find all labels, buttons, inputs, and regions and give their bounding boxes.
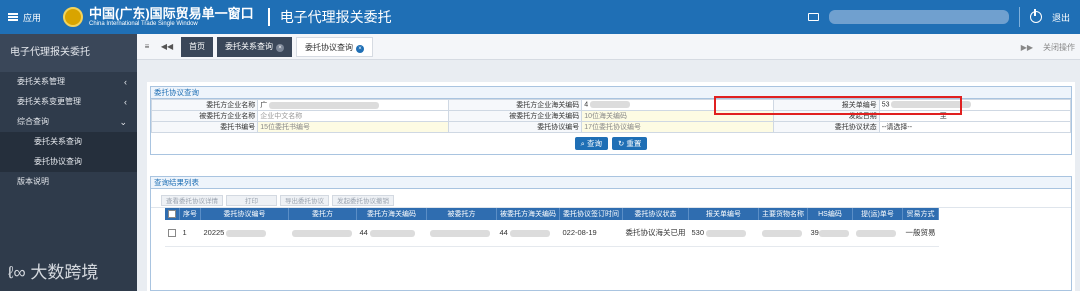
cell-goods xyxy=(758,220,808,247)
tab-agreement-query[interactable]: 委托协议查询 × xyxy=(296,36,373,57)
chevron-down-icon: ⌄ xyxy=(119,117,127,127)
col-agreement-no: 委托协议编号 xyxy=(200,208,289,220)
col-client-code: 委托方海关编码 xyxy=(356,208,427,220)
results-toolbar: 查看委托协议详情 打印 导出委托协议 发起委托协议撤销 xyxy=(151,194,1071,208)
sidebar-subitem-relation-query[interactable]: 委托关系查询 xyxy=(0,132,137,152)
label-client-name: 委托方企业名称 xyxy=(150,99,259,111)
cell-bill-no xyxy=(852,220,903,247)
col-client: 委托方 xyxy=(288,208,357,220)
label-agreement-no: 委托协议编号 xyxy=(448,121,583,133)
title-divider xyxy=(267,8,270,26)
cell-index: 1 xyxy=(179,220,201,247)
col-declaration-no: 报关单编号 xyxy=(688,208,759,220)
results-panel-title: 查询结果列表 xyxy=(151,177,1071,189)
delegation-no-field[interactable]: 15位委托书编号 xyxy=(257,121,450,133)
col-agent-code: 被委托方海关编码 xyxy=(496,208,560,220)
national-emblem-icon xyxy=(63,6,84,27)
site-logo[interactable]: 中国(广东)国际贸易单一窗口 China International Trade… xyxy=(63,5,254,28)
watermark-symbol: ℓ∞ xyxy=(8,263,26,282)
export-agreement-button[interactable]: 导出委托协议 xyxy=(280,195,329,206)
tab-scroll-right-icon[interactable]: ▶▶ xyxy=(1021,43,1033,52)
sidebar-subitem-agreement-query[interactable]: 委托协议查询 xyxy=(0,152,137,172)
watermark-logo: ℓ∞ 大数跨境 xyxy=(8,258,98,283)
top-header: 应用 中国(广东)国际贸易单一窗口 China International Tr… xyxy=(0,0,1080,34)
select-all-checkbox[interactable] xyxy=(165,208,180,220)
tab-scroll-left-icon[interactable]: ◀◀ xyxy=(157,42,177,51)
tab-bar: ≡ ◀◀ 首页 委托关系查询 × 委托协议查询 × ▶▶ 关闭操作 xyxy=(137,34,1080,60)
agreement-status-select[interactable]: --请选择-- xyxy=(878,121,1072,133)
app-menu-button[interactable]: 应用 xyxy=(8,11,41,24)
col-index: 序号 xyxy=(179,208,201,220)
search-button[interactable]: ⌕ 查询 xyxy=(574,137,608,150)
tab-relation-query[interactable]: 委托关系查询 × xyxy=(217,36,292,57)
sidebar: 电子代理报关委托 委托关系管理 ‹ 委托关系变更管理 ‹ 综合查询 ⌄ 委托关系… xyxy=(0,34,137,291)
sidebar-item-delegation-management[interactable]: 委托关系管理 ‹ xyxy=(0,72,137,92)
results-table: 序号 委托协议编号 委托方 委托方海关编码 被委托方 被委托方海关编码 委托协议… xyxy=(165,208,939,247)
col-hs-code: HS编码 xyxy=(807,208,853,220)
close-icon[interactable]: × xyxy=(356,44,364,53)
label-agent-code: 被委托方企业海关编码 xyxy=(448,110,583,122)
revoke-agreement-button[interactable]: 发起委托协议撤销 xyxy=(332,195,394,206)
sidebar-item-version-notes[interactable]: 版本说明 xyxy=(0,172,137,192)
annotation-highlight-box xyxy=(714,96,962,115)
print-button[interactable]: 打印 xyxy=(226,195,277,206)
app-menu-label: 应用 xyxy=(23,12,42,23)
header-divider xyxy=(1018,7,1020,27)
logo-chinese-title: 中国(广东)国际贸易单一窗口 xyxy=(89,5,254,21)
cell-declaration-no: 530 xyxy=(688,220,759,247)
hamburger-icon xyxy=(8,13,18,21)
view-agreement-button[interactable]: 查看委托协议详情 xyxy=(161,195,223,206)
menu-toggle-icon[interactable]: ≡ xyxy=(137,42,157,51)
cell-client xyxy=(288,220,357,247)
logout-button[interactable]: 退出 xyxy=(1052,11,1070,24)
sidebar-item-delegation-change[interactable]: 委托关系变更管理 ‹ xyxy=(0,92,137,112)
close-icon[interactable]: × xyxy=(276,43,284,52)
cell-agent-code: 44 xyxy=(496,220,560,247)
cell-hs-code: 39 xyxy=(807,220,853,247)
sidebar-item-label: 委托关系管理 xyxy=(17,77,65,86)
chevron-left-icon: ‹ xyxy=(124,97,127,107)
watermark-text: 大数跨境 xyxy=(30,263,99,282)
tab-label: 委托协议查询 xyxy=(305,42,353,52)
sidebar-title: 电子代理报关委托 xyxy=(0,34,137,72)
label-agent-name: 被委托方企业名称 xyxy=(150,110,259,122)
col-goods: 主要货物名称 xyxy=(758,208,808,220)
system-title: 电子代理报关委托 xyxy=(279,9,392,25)
tab-label: 委托关系查询 xyxy=(225,41,273,51)
sidebar-item-label: 综合查询 xyxy=(17,117,49,126)
tab-home[interactable]: 首页 xyxy=(181,36,213,57)
label-client-code: 委托方企业海关编码 xyxy=(448,99,583,111)
logout-power-icon[interactable] xyxy=(1029,9,1042,23)
label-agreement-status: 委托协议状态 xyxy=(772,121,880,133)
logo-english-title: China International Trade Single Window xyxy=(89,20,198,27)
client-name-field[interactable]: 广 xyxy=(257,99,450,111)
col-agent: 被委托方 xyxy=(426,208,497,220)
cell-status: 委托协议海关已用 xyxy=(622,220,689,247)
cell-sign-time: 022-08-19 xyxy=(559,220,623,247)
mail-icon[interactable] xyxy=(807,13,819,21)
row-checkbox[interactable] xyxy=(165,220,180,247)
close-operations-menu[interactable]: 关闭操作 xyxy=(1043,42,1075,53)
label-delegation-no: 委托书编号 xyxy=(150,121,259,133)
cell-agent xyxy=(426,220,497,247)
agreement-no-field[interactable]: 17位委托协议编号 xyxy=(581,121,774,133)
chevron-left-icon: ‹ xyxy=(124,77,127,87)
cell-client-code: 44 xyxy=(356,220,427,247)
sidebar-item-label: 委托关系变更管理 xyxy=(17,97,81,106)
col-status: 委托协议状态 xyxy=(622,208,689,220)
cell-trade-mode: 一般贸易 xyxy=(902,220,939,247)
cell-agreement-no: 20225 xyxy=(200,220,289,247)
col-bill-no: 提(运)单号 xyxy=(852,208,903,220)
table-header-row: 序号 委托协议编号 委托方 委托方海关编码 被委托方 被委托方海关编码 委托协议… xyxy=(165,208,939,220)
col-trade-mode: 贸易方式 xyxy=(902,208,939,220)
reset-button[interactable]: ↻ 重置 xyxy=(611,137,648,150)
user-info-redacted xyxy=(828,10,1009,24)
sidebar-item-comprehensive-query[interactable]: 综合查询 ⌄ xyxy=(0,112,137,132)
table-row[interactable]: 1 20225 44 44 022-08-19 委托协议海关已用 530 39 … xyxy=(165,220,939,247)
agent-name-field[interactable]: 企业中文名称 xyxy=(257,110,450,122)
col-sign-time: 委托协议签订时间 xyxy=(559,208,623,220)
results-panel: 查询结果列表 查看委托协议详情 打印 导出委托协议 发起委托协议撤销 序号 委托… xyxy=(150,176,1072,291)
